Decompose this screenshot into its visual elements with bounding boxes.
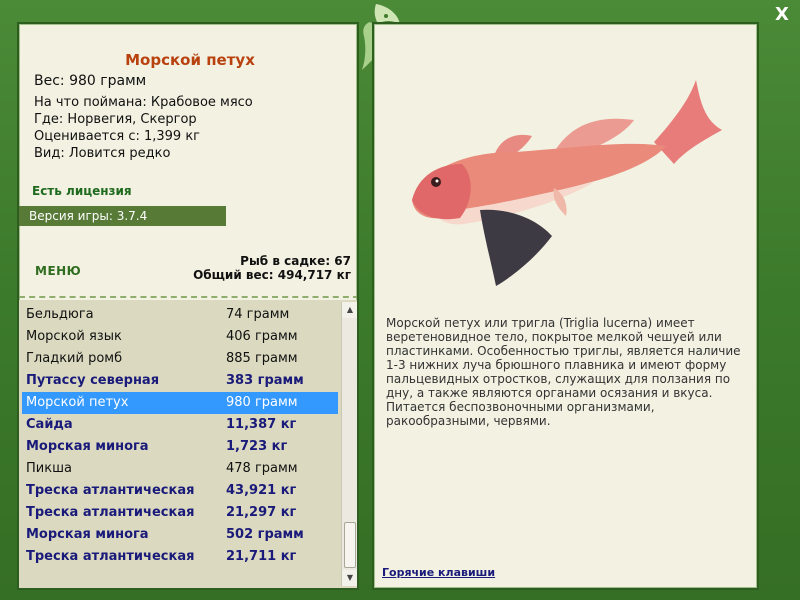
catch-row-name: Треска атлантическая xyxy=(26,549,195,564)
scroll-thumb[interactable] xyxy=(344,522,356,568)
catch-row-weight: 478 грамм xyxy=(226,461,298,476)
close-button[interactable]: X xyxy=(770,3,794,27)
fish-title: Морской петух xyxy=(125,51,255,69)
total-weight: Общий вес: 494,717 кг xyxy=(193,268,351,282)
catch-row-name: Треска атлантическая xyxy=(26,505,195,520)
catch-bait: На что поймана: Крабовое мясо xyxy=(34,95,253,110)
catch-row-name: Бельдюга xyxy=(26,307,94,322)
catch-row-weight: 980 грамм xyxy=(226,395,298,410)
catch-row-weight: 43,921 кг xyxy=(226,483,297,498)
catch-row[interactable]: Путассу северная 383 грамм xyxy=(19,370,341,392)
fish-image xyxy=(412,80,722,286)
catch-list[interactable]: Бельдюга 74 грамм Морской язык 406 грамм Гла… xyxy=(19,304,341,568)
catch-row[interactable]: Морская минога 1,723 кг xyxy=(19,436,341,458)
hotkeys-link[interactable]: Горячие клавиши xyxy=(382,566,495,579)
fish-description: Морской петух или тригла (Triglia lucern… xyxy=(386,316,741,428)
catch-row-name: Путассу северная xyxy=(26,373,160,388)
scrollbar[interactable]: ▲ ▼ xyxy=(341,302,357,586)
scroll-down-icon[interactable]: ▼ xyxy=(342,570,357,586)
catch-row-weight: 11,387 кг xyxy=(226,417,297,432)
catch-row-weight: 21,297 кг xyxy=(226,505,297,520)
catch-rating: Оценивается с: 1,399 кг xyxy=(34,129,201,144)
catch-row-weight: 383 грамм xyxy=(226,373,304,388)
catch-row[interactable]: Бельдюга 74 грамм xyxy=(19,304,341,326)
catch-row-weight: 21,711 кг xyxy=(226,549,297,564)
catch-row-weight: 1,723 кг xyxy=(226,439,288,454)
fish-count: Рыб в садке: 67 xyxy=(240,254,351,268)
catch-row-weight: 74 грамм xyxy=(226,307,290,322)
catch-row-name: Сайда xyxy=(26,417,73,432)
catch-row-weight: 502 грамм xyxy=(226,527,304,542)
license-status: Есть лицензия xyxy=(32,184,132,198)
catch-rarity: Вид: Ловится редко xyxy=(34,146,171,161)
scroll-up-icon[interactable]: ▲ xyxy=(342,302,357,318)
divider xyxy=(19,296,357,298)
catch-row-weight: 885 грамм xyxy=(226,351,298,366)
catch-row[interactable]: Гладкий ромб 885 грамм xyxy=(19,348,341,370)
catch-row[interactable]: Треска атлантическая 21,297 кг xyxy=(19,502,341,524)
catch-row[interactable]: Морской петух 980 грамм xyxy=(22,392,338,414)
menu-button[interactable]: МЕНЮ xyxy=(35,264,81,278)
catch-row-name: Треска атлантическая xyxy=(26,483,195,498)
catch-row[interactable]: Пикша 478 грамм xyxy=(19,458,341,480)
catch-row[interactable]: Треска атлантическая 43,921 кг xyxy=(19,480,341,502)
catch-row[interactable]: Морской язык 406 грамм xyxy=(19,326,341,348)
catch-location: Где: Норвегия, Скергор xyxy=(34,112,197,127)
fish-detail-panel: Морской петух или тригла (Triglia lucern… xyxy=(372,22,759,590)
catch-row-name: Гладкий ромб xyxy=(26,351,123,366)
version-bar: Версия игры: 3.7.4 xyxy=(19,206,226,226)
fish-weight: Вес: 980 грамм xyxy=(34,73,147,89)
catch-row-name: Морская минога xyxy=(26,439,149,454)
catch-row[interactable]: Треска атлантическая 21,711 кг xyxy=(19,546,341,568)
catch-row[interactable]: Сайда 11,387 кг xyxy=(19,414,341,436)
close-icon: X xyxy=(775,4,789,25)
catch-row-name: Пикша xyxy=(26,461,72,476)
catch-row-weight: 406 грамм xyxy=(226,329,298,344)
catch-list-area: Бельдюга 74 грамм Морской язык 406 грамм Гла… xyxy=(19,300,357,588)
catch-row-name: Морской петух xyxy=(26,395,129,410)
catch-row[interactable]: Морская минога 502 грамм xyxy=(19,524,341,546)
catch-row-name: Морской язык xyxy=(26,329,122,344)
fish-info-panel: Морской петух Вес: 980 грамм На что пойм… xyxy=(17,22,359,590)
catch-row-name: Морская минога xyxy=(26,527,149,542)
